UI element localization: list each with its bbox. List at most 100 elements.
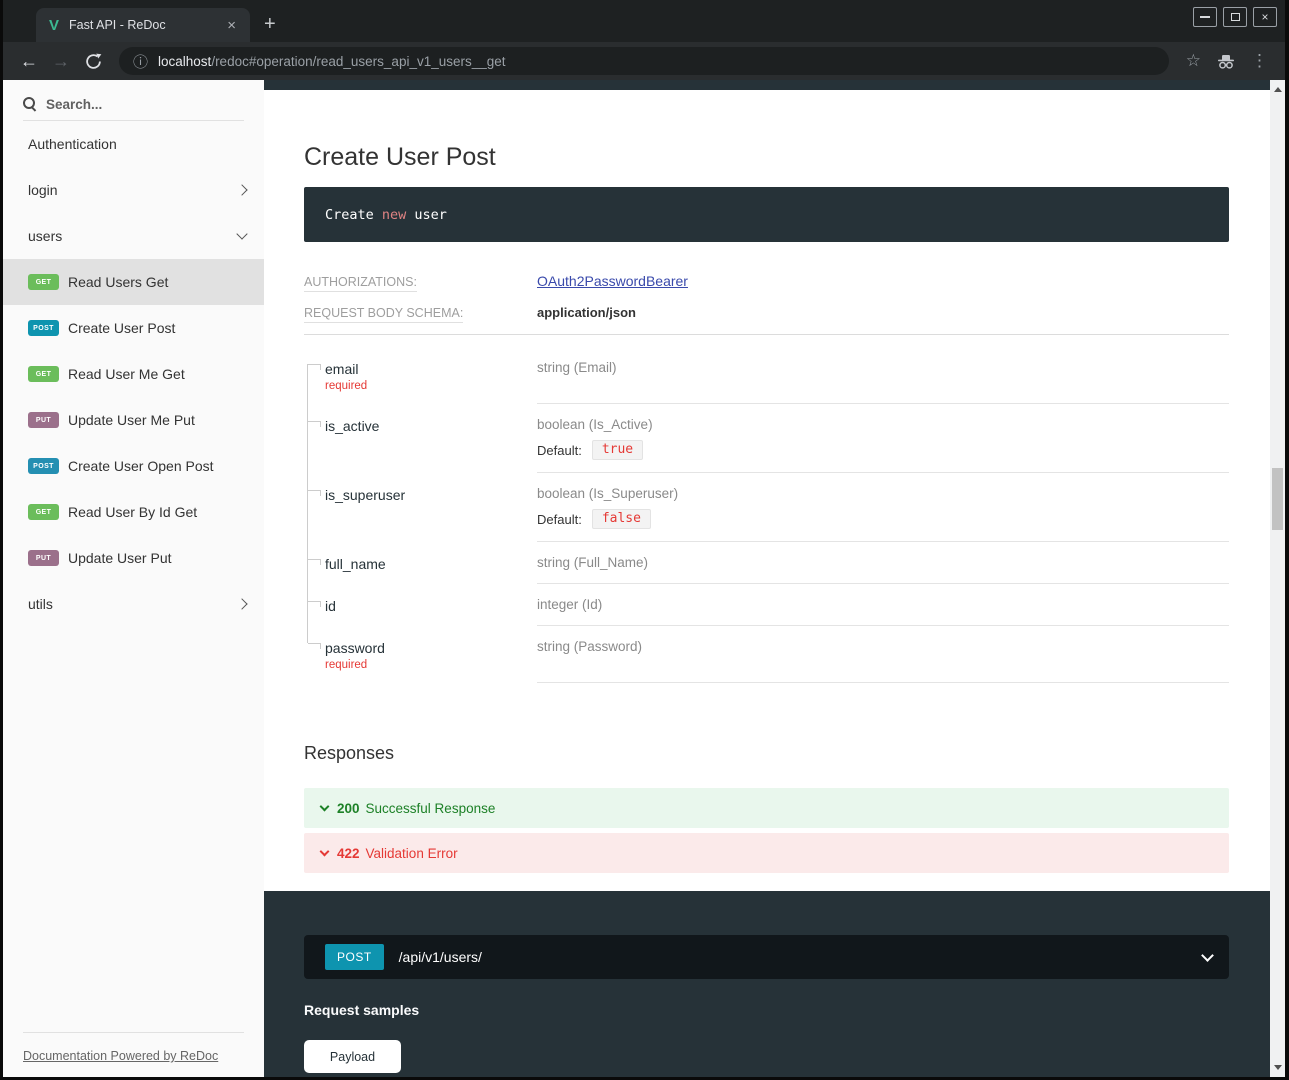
request-body-label: REQUEST BODY SCHEMA: (304, 306, 537, 323)
sidebar-item-utils[interactable]: utils (3, 581, 264, 627)
page-viewport: Search... AuthenticationloginusersGETRea… (3, 80, 1285, 1077)
page-scrollbar[interactable] (1270, 80, 1285, 1077)
forward-button[interactable]: → (47, 47, 75, 75)
maximize-button[interactable] (1223, 7, 1247, 27)
sidebar-item-read-users-get[interactable]: GET Read Users Get (3, 259, 264, 305)
redoc-footer-link[interactable]: Documentation Powered by ReDoc (23, 1049, 218, 1063)
response-panel-422[interactable]: 422 Validation Error (304, 833, 1229, 873)
scroll-up-arrow-icon[interactable] (1270, 82, 1285, 97)
get-method-badge: GET (28, 504, 59, 520)
tab-strip: V Fast API - ReDoc × + × (3, 0, 1285, 42)
sidebar-item-create-user-post[interactable]: POSTCreate User Post (3, 305, 264, 351)
request-body-row: REQUEST BODY SCHEMA: application/json (304, 305, 1229, 323)
chevron-down-icon (320, 847, 330, 857)
tab-title: Fast API - ReDoc (69, 18, 223, 32)
scroll-down-arrow-icon[interactable] (1270, 1060, 1285, 1075)
sidebar-item-label: Update User Me Put (68, 412, 246, 428)
reload-button[interactable] (79, 47, 107, 75)
sidebar-nav: Authentication loginusers GET Read Users Ge… (3, 121, 264, 1026)
response-panel-200[interactable]: 200Successful Response (304, 788, 1229, 828)
field-type: string (Email) (537, 360, 1229, 375)
required-label: required (325, 659, 527, 671)
field-type-cell: boolean (Is_Superuser) Default:false (537, 473, 1229, 542)
previous-section-strip (264, 80, 1270, 90)
sidebar: Search... AuthenticationloginusersGETRea… (3, 80, 264, 1077)
browser-toolbar: ← → ⓘ localhost/redoc#operation/read_use… (3, 42, 1285, 80)
field-name: full_name (325, 556, 527, 572)
field-name: password (325, 640, 527, 656)
chevron-right-icon (236, 598, 247, 609)
default-value: false (592, 509, 651, 529)
field-name: is_active (325, 418, 527, 434)
schema-row-is-active: is_active boolean (Is_Active)Default:true (304, 404, 1229, 473)
field-type: integer (Id) (537, 597, 1229, 612)
sidebar-item-update-user-me-put[interactable]: PUTUpdate User Me Put (3, 397, 264, 443)
authorizations-label: AUTHORIZATIONS: (304, 275, 537, 292)
field-name-cell: id (304, 584, 537, 626)
field-name-cell: password required (304, 626, 537, 683)
field-name: is_superuser (325, 487, 527, 503)
field-type-cell: boolean (Is_Active)Default:true (537, 404, 1229, 473)
samples-section: POST /api/v1/users/ Request samples Payl… (264, 891, 1270, 1077)
chevron-down-icon (236, 228, 247, 239)
content-type-value: application/json (537, 305, 636, 320)
sidebar-item-label: Create User Post (68, 320, 246, 336)
payload-tab[interactable]: Payload (304, 1040, 401, 1073)
field-type-cell: string (Email) (537, 347, 1229, 404)
scrollbar-thumb[interactable] (1272, 468, 1283, 530)
browser-tab[interactable]: V Fast API - ReDoc × (36, 8, 250, 42)
minimize-button[interactable] (1193, 7, 1217, 27)
tab-close-icon[interactable]: × (223, 17, 240, 34)
window-controls: × (1193, 7, 1277, 27)
code-highlight: new (382, 207, 406, 223)
sidebar-item-label: Read Users Get (68, 274, 246, 290)
get-method-badge: GET (28, 274, 59, 290)
operation-section: Create User Post Create new user AUTHORI… (264, 90, 1270, 891)
field-type: boolean (Is_Superuser) (537, 486, 1229, 501)
new-tab-button[interactable]: + (264, 13, 276, 36)
sidebar-item-label: Update User Put (68, 550, 246, 566)
sidebar-item-authentication[interactable]: Authentication (3, 121, 264, 167)
incognito-icon (1215, 52, 1237, 70)
incognito-glyph-icon (1215, 52, 1237, 70)
field-type-cell: string (Full_Name) (537, 542, 1229, 584)
response-label: Successful Response (366, 801, 496, 816)
request-samples-heading: Request samples (304, 1002, 1229, 1018)
endpoint-dropdown[interactable]: POST /api/v1/users/ (304, 935, 1229, 979)
address-bar[interactable]: ⓘ localhost/redoc#operation/read_users_a… (119, 47, 1169, 75)
sidebar-item-login[interactable]: login (3, 167, 264, 213)
default-line: Default:false (537, 509, 1229, 529)
get-method-badge: GET (28, 366, 59, 382)
schema-table: emailrequiredstring (Email)is_activebool… (304, 347, 1229, 683)
sidebar-item-create-user-open-post[interactable]: POSTCreate User Open Post (3, 443, 264, 489)
responses-heading: Responses (304, 743, 1229, 764)
sidebar-footer: Documentation Powered by ReDoc (3, 1033, 264, 1077)
bookmark-star-icon[interactable]: ☆ (1186, 51, 1201, 71)
browser-menu-icon[interactable]: ⋮ (1251, 51, 1268, 71)
back-button[interactable]: ← (15, 47, 43, 75)
field-type: boolean (Is_Active) (537, 417, 1229, 432)
field-name: id (325, 598, 527, 614)
field-type-cell: integer (Id) (537, 584, 1229, 626)
close-button[interactable]: × (1253, 7, 1277, 27)
post-method-badge: POST (28, 458, 59, 474)
response-code: 422 (337, 846, 360, 861)
sidebar-item-users[interactable]: users (3, 213, 264, 259)
field-type: string (Full_Name) (537, 555, 1229, 570)
sidebar-item-label: Authentication (28, 136, 246, 152)
responses-list: 200Successful Response 422 Validation Erro… (304, 788, 1229, 873)
sidebar-item-label: Read User By Id Get (68, 504, 246, 520)
sidebar-item-read-user-by-id-get[interactable]: GET Read User By Id Get (3, 489, 264, 535)
field-type-cell: string (Password) (537, 626, 1229, 683)
site-info-icon[interactable]: ⓘ (133, 51, 148, 72)
oauth2-link[interactable]: OAuth2PasswordBearer (537, 273, 688, 289)
sidebar-item-update-user-put[interactable]: PUTUpdate User Put (3, 535, 264, 581)
sidebar-item-read-user-me-get[interactable]: GETRead User Me Get (3, 351, 264, 397)
page-title: Create User Post (304, 142, 1229, 172)
response-label: Validation Error (366, 846, 458, 861)
url-text: localhost/redoc#operation/read_users_api… (158, 54, 506, 69)
search-input[interactable]: Search... (23, 88, 244, 121)
redoc-favicon-icon: V (49, 17, 59, 34)
field-name: email (325, 361, 527, 377)
schema-divider (304, 334, 1229, 335)
